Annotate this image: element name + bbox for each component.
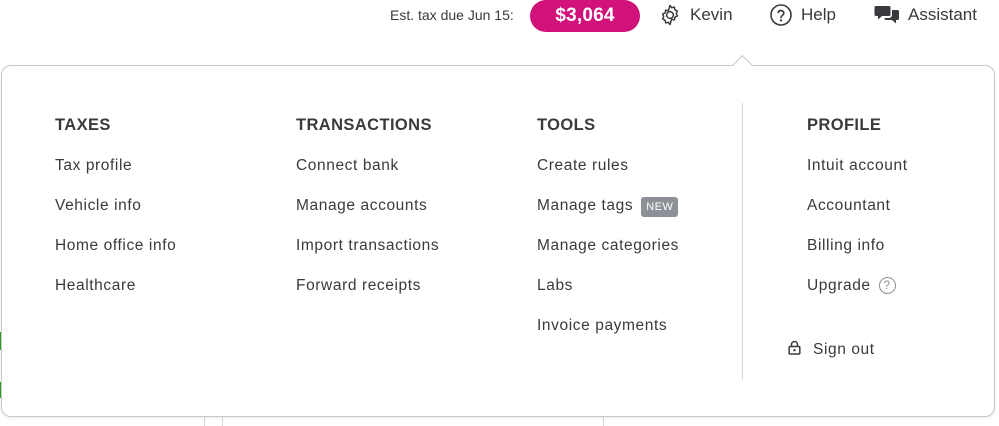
help-label: Help bbox=[801, 5, 836, 24]
menu-item-forward-receipts[interactable]: Forward receipts bbox=[296, 276, 439, 316]
taxes-heading: TAXES bbox=[55, 116, 111, 134]
menu-item-manage-accounts[interactable]: Manage accounts bbox=[296, 196, 439, 236]
user-menu-button[interactable]: Kevin bbox=[658, 2, 733, 28]
menu-item-connect-bank[interactable]: Connect bank bbox=[296, 156, 439, 196]
user-name: Kevin bbox=[690, 5, 733, 24]
top-bar: Est. tax due Jun 15: $3,064 Kevin Help A… bbox=[0, 0, 999, 32]
profile-column: PROFILE Intuit account Accountant Billin… bbox=[807, 116, 908, 316]
new-badge: NEW bbox=[641, 197, 679, 217]
menu-item-labs[interactable]: Labs bbox=[537, 276, 679, 316]
menu-item-invoice-payments[interactable]: Invoice payments bbox=[537, 316, 679, 356]
transactions-heading: TRANSACTIONS bbox=[296, 116, 432, 134]
help-button[interactable]: Help bbox=[769, 2, 836, 28]
gear-icon bbox=[658, 3, 682, 27]
menu-item-healthcare[interactable]: Healthcare bbox=[55, 276, 176, 316]
menu-item-vehicle-info[interactable]: Vehicle info bbox=[55, 196, 176, 236]
menu-item-manage-tags[interactable]: Manage tags NEW bbox=[537, 196, 679, 236]
assistant-label: Assistant bbox=[908, 5, 977, 24]
sign-out-button[interactable]: Sign out bbox=[788, 340, 875, 360]
estimated-tax-label: Est. tax due Jun 15: bbox=[390, 7, 514, 23]
transactions-column: TRANSACTIONS Connect bank Manage account… bbox=[296, 116, 439, 316]
tools-heading: TOOLS bbox=[537, 116, 596, 134]
lock-icon bbox=[788, 340, 801, 360]
question-circle-icon bbox=[769, 3, 793, 27]
profile-heading: PROFILE bbox=[807, 116, 882, 134]
menu-item-intuit-account[interactable]: Intuit account bbox=[807, 156, 908, 196]
assistant-button[interactable]: Assistant bbox=[874, 2, 977, 28]
menu-item-import-transactions[interactable]: Import transactions bbox=[296, 236, 439, 276]
settings-dropdown-menu: TAXES Tax profile Vehicle info Home offi… bbox=[1, 65, 995, 417]
tools-column: TOOLS Create rules Manage tags NEW Manag… bbox=[537, 116, 679, 356]
menu-item-upgrade[interactable]: Upgrade ? bbox=[807, 276, 908, 316]
estimated-tax-amount-button[interactable]: $3,064 bbox=[530, 0, 640, 32]
menu-item-accountant[interactable]: Accountant bbox=[807, 196, 908, 236]
menu-item-home-office-info[interactable]: Home office info bbox=[55, 236, 176, 276]
menu-item-tax-profile[interactable]: Tax profile bbox=[55, 156, 176, 196]
question-circle-icon[interactable]: ? bbox=[878, 277, 896, 294]
chat-bubbles-icon bbox=[874, 3, 900, 27]
taxes-column: TAXES Tax profile Vehicle info Home offi… bbox=[55, 116, 176, 316]
column-divider bbox=[742, 103, 743, 380]
menu-item-manage-categories[interactable]: Manage categories bbox=[537, 236, 679, 276]
menu-item-create-rules[interactable]: Create rules bbox=[537, 156, 679, 196]
menu-item-billing-info[interactable]: Billing info bbox=[807, 236, 908, 276]
sign-out-label: Sign out bbox=[813, 341, 875, 358]
